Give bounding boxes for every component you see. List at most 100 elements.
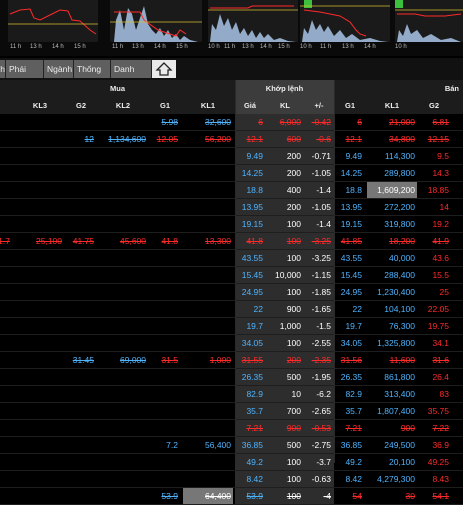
table-row[interactable]: 34.05 100 -2.55 34.05 1,325,800 34.1 xyxy=(0,335,463,352)
table-row[interactable]: 22 900 -1.65 22 104,100 22.05 xyxy=(0,301,463,318)
table-cell: 12.1 xyxy=(345,134,362,144)
column-header[interactable]: KL3 xyxy=(16,97,64,114)
table-cell: 14 xyxy=(439,202,449,212)
table-cell: 400 xyxy=(286,185,301,195)
table-row[interactable]: 15.45 10,000 -1.15 15.45 288,400 15.5 xyxy=(0,267,463,284)
tab-phai-sinh[interactable]: Phái Sinh xyxy=(6,60,44,92)
table-cell: 5.98 xyxy=(161,117,178,127)
table-row[interactable]: 9.49 200 -0.71 9.49 114,300 9.5 xyxy=(0,148,463,165)
table-cell: -3.25 xyxy=(311,253,331,263)
table-row[interactable]: 26.35 500 -1.95 26.35 861,800 26.4 xyxy=(0,369,463,386)
table-cell xyxy=(98,250,148,266)
table-cell xyxy=(66,437,96,453)
table-cell: 272,200 xyxy=(384,202,415,212)
table-cell: 18.8 xyxy=(246,185,263,195)
table-cell xyxy=(0,301,12,317)
table-cell: 200 xyxy=(286,355,301,365)
tab-bar: h Phái Sinh Ngành Thống kê Danh mục xyxy=(0,58,463,92)
table-cell: 32,600 xyxy=(205,117,231,127)
group-mua: Mua xyxy=(110,84,125,93)
table-row[interactable]: 82.9 10 -6.2 82.9 313,400 83 xyxy=(0,386,463,403)
table-row[interactable]: 5.98 32,600 6 6,000 -0.42 6 21,000 6.81 xyxy=(0,114,463,131)
column-header[interactable]: G1 xyxy=(150,97,180,114)
column-header[interactable]: G2 xyxy=(66,97,96,114)
table-cell xyxy=(0,454,12,470)
table-cell: 861,800 xyxy=(384,372,415,382)
table-cell xyxy=(98,335,148,351)
table-cell: 35.7 xyxy=(246,406,263,416)
table-row[interactable]: 7.2 56,400 36.85 500 -2.75 36.85 249,500 36.9 xyxy=(0,437,463,454)
table-cell: 19.15 xyxy=(340,219,362,229)
table-cell xyxy=(0,114,12,130)
table-row[interactable]: 41.7 25,100 41.75 45,600 41.8 13,300 41.8 100 -3… xyxy=(0,233,463,250)
column-header[interactable]: Giá xyxy=(235,97,265,114)
table-cell: 76,300 xyxy=(389,321,415,331)
table-cell: -1.65 xyxy=(311,304,331,314)
table-row[interactable]: 31.45 69,000 31.5 1,000 31.55 200 -2.35 31.56 11… xyxy=(0,352,463,369)
group-ban: Bán xyxy=(444,84,459,93)
table-cell: 54.1 xyxy=(432,491,449,501)
column-header[interactable]: KL xyxy=(267,97,303,114)
table-cell: 41.7 xyxy=(0,236,10,246)
table-cell: 200 xyxy=(286,168,301,178)
table-row[interactable]: 12 1,134,600 12.05 56,200 12.1 600 -0.6 12.1 34,… xyxy=(0,131,463,148)
table-cell: 100 xyxy=(286,457,301,467)
table-row[interactable]: 35.7 700 -2.65 35.7 1,807,400 35.75 xyxy=(0,403,463,420)
table-cell xyxy=(98,148,148,164)
tab-danh-muc[interactable]: Danh mục xyxy=(111,60,152,92)
table-cell: 14.25 xyxy=(241,168,263,178)
table-cell xyxy=(66,403,96,419)
table-cell: 25,100 xyxy=(36,236,62,246)
table-cell: 18.85 xyxy=(427,185,449,195)
table-cell: 900 xyxy=(286,423,301,433)
column-header[interactable]: KL1 xyxy=(367,97,417,114)
table-cell: -1.95 xyxy=(311,372,331,382)
table-row[interactable]: 19.15 100 -1.4 19.15 319,800 19.2 xyxy=(0,216,463,233)
chart-tick: 10 h xyxy=(395,44,407,50)
table-cell: 288,400 xyxy=(384,270,415,280)
table-cell: -1.85 xyxy=(311,287,331,297)
table-cell xyxy=(16,284,64,300)
table-cell: 35.7 xyxy=(345,406,362,416)
table-row[interactable]: 13.95 200 -1.05 13.95 272,200 14 xyxy=(0,199,463,216)
table-cell xyxy=(98,403,148,419)
table-row[interactable]: 18.8 400 -1.4 18.8 1,609,200 18.85 xyxy=(0,182,463,199)
column-header[interactable]: G1 xyxy=(336,97,364,114)
table-cell xyxy=(150,369,180,385)
home-tab[interactable] xyxy=(152,60,176,78)
table-row[interactable]: 53.9 64,400 53.9 100 -4 54 30 54.1 xyxy=(0,488,463,505)
table-cell: 100 xyxy=(286,491,301,501)
table-row[interactable]: 19.7 1,000 -1.5 19.7 76,300 19.75 xyxy=(0,318,463,335)
table-cell: 22.05 xyxy=(427,304,449,314)
table-cell: 31.45 xyxy=(72,355,94,365)
table-cell: 35.75 xyxy=(427,406,449,416)
table-cell: 319,800 xyxy=(384,219,415,229)
table-cell: 1,325,800 xyxy=(377,338,415,348)
chart-tick: 14 h xyxy=(364,44,376,50)
column-header[interactable]: +/- xyxy=(305,97,333,114)
table-cell xyxy=(16,471,64,487)
table-cell: 12 xyxy=(84,134,94,144)
table-cell xyxy=(16,301,64,317)
table-row[interactable]: 24.95 100 -1.85 24.95 1,230,400 25 xyxy=(0,284,463,301)
column-header[interactable]: KL1 xyxy=(183,97,233,114)
table-cell xyxy=(66,454,96,470)
table-row[interactable]: 14.25 200 -1.05 14.25 289,800 14.3 xyxy=(0,165,463,182)
table-cell: 21,000 xyxy=(389,117,415,127)
column-header[interactable]: G2 xyxy=(417,97,451,114)
chart-tick: 13 h xyxy=(342,44,354,50)
tab-nganh[interactable]: Ngành xyxy=(44,60,74,78)
table-row[interactable]: 8.42 100 -0.63 8.42 4,279,300 8.43 xyxy=(0,471,463,488)
column-header[interactable]: KL2 xyxy=(98,97,148,114)
table-cell: -1.15 xyxy=(311,270,331,280)
table-cell xyxy=(16,454,64,470)
table-row[interactable]: 7.21 900 -0.53 7.21 900 7.22 xyxy=(0,420,463,437)
tab-thong-ke[interactable]: Thống kê xyxy=(74,60,111,92)
table-row[interactable]: 43.55 100 -3.25 43.55 40,000 43.6 xyxy=(0,250,463,267)
table-cell: 1,807,400 xyxy=(377,406,415,416)
table-cell xyxy=(98,488,148,504)
column-header[interactable]: G3 xyxy=(0,97,12,114)
table-cell xyxy=(150,267,180,283)
table-cell xyxy=(66,148,96,164)
table-cell xyxy=(183,420,233,436)
